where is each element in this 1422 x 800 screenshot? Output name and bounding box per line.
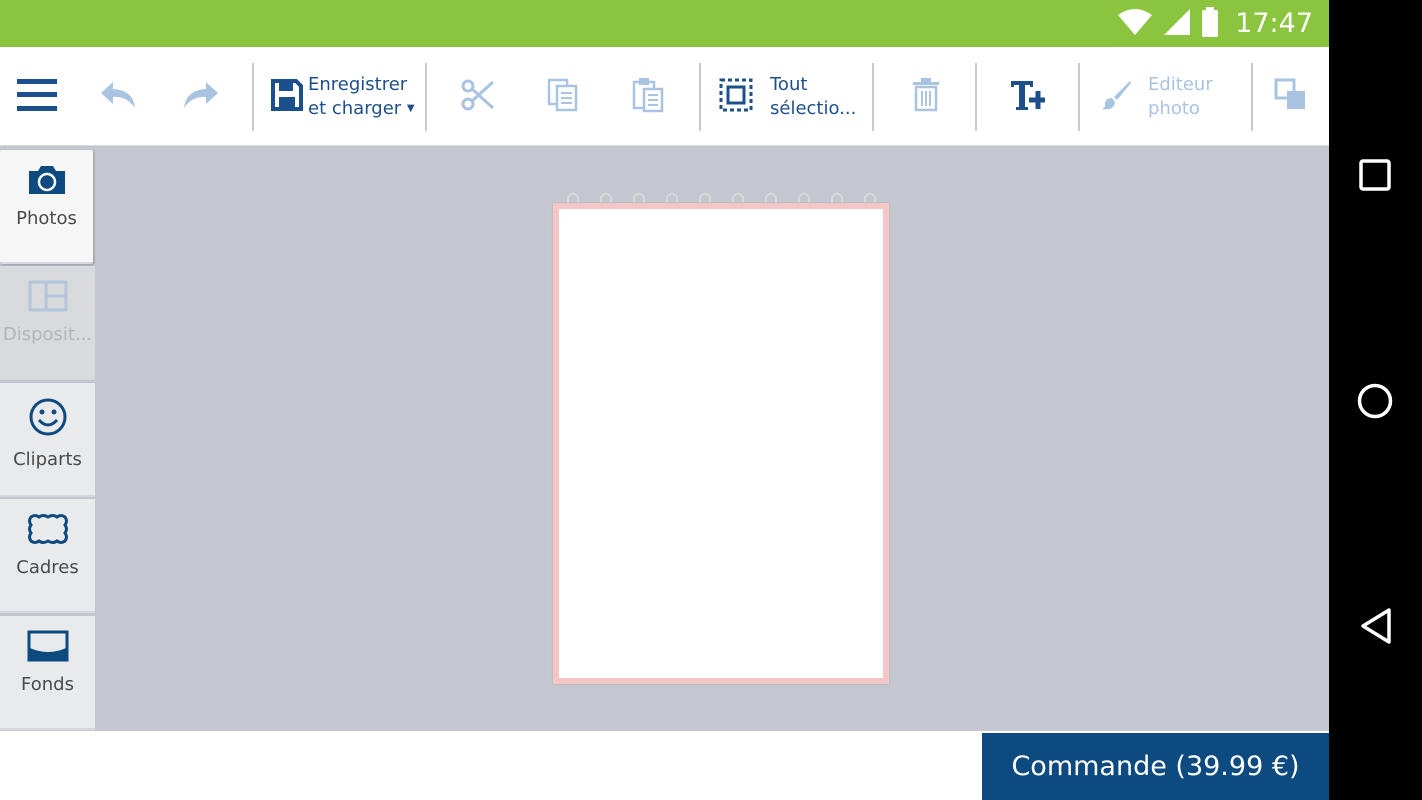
sidebar: Photos Disposit... Cliparts Cadres Fonds (0, 147, 96, 731)
home-icon[interactable] (1357, 383, 1393, 423)
wifi-icon (1117, 8, 1153, 40)
calendar-page[interactable] (553, 203, 889, 684)
select-all-label-line2: sélectio... (770, 97, 857, 119)
photo-editor-label-line2: photo (1148, 97, 1200, 119)
toolbar-divider (975, 63, 977, 131)
caret-down-icon: ▼ (406, 102, 415, 114)
signal-icon (1163, 8, 1191, 40)
paste-button[interactable] (620, 47, 676, 146)
order-button[interactable]: Commande (39.99 €) (982, 733, 1329, 800)
cut-button[interactable] (450, 47, 506, 146)
photo-editor-label-line1: Editeur (1148, 73, 1213, 95)
sidebar-item-label: Cadres (16, 557, 79, 578)
save-load-label-line2: et charger (308, 97, 402, 119)
redo-icon (182, 80, 220, 114)
add-text-icon (1010, 79, 1046, 115)
smiley-icon (28, 397, 68, 441)
undo-button[interactable] (92, 47, 144, 146)
camera-icon (27, 164, 67, 200)
navigation-bar (1329, 0, 1422, 800)
arrange-icon (1274, 78, 1308, 116)
toolbar: Enregistrer et charger ▼ Tout sélectio..… (0, 47, 1329, 146)
status-icons: 17:47 (1117, 0, 1313, 47)
sidebar-item-layout[interactable]: Disposit... (0, 266, 95, 380)
recents-icon[interactable] (1359, 159, 1391, 195)
save-load-button[interactable]: Enregistrer et charger ▼ (270, 47, 420, 146)
photo-editor-button[interactable]: Editeur photo (1100, 47, 1240, 146)
select-all-label-line1: Tout (770, 73, 808, 95)
photo-editor-label: Editeur photo (1148, 73, 1213, 121)
delete-icon (912, 77, 940, 116)
add-text-button[interactable] (1000, 47, 1056, 146)
cut-icon (461, 78, 495, 116)
sidebar-item-photos[interactable]: Photos (0, 150, 93, 264)
menu-icon (17, 77, 57, 117)
undo-icon (99, 80, 137, 114)
toolbar-divider (872, 63, 874, 131)
frame-icon (27, 513, 69, 549)
sidebar-item-label: Fonds (21, 674, 74, 695)
status-bar: 17:47 (0, 0, 1329, 47)
sidebar-item-cliparts[interactable]: Cliparts (0, 383, 95, 497)
paste-icon (632, 77, 664, 117)
app-window: 17:47 Enregistrer et charger ▼ Tout séle… (0, 0, 1329, 800)
sidebar-item-backgrounds[interactable]: Fonds (0, 616, 95, 730)
copy-icon (547, 78, 579, 116)
brush-icon (1100, 79, 1132, 115)
select-all-button[interactable]: Tout sélectio... (718, 47, 868, 146)
sidebar-item-label: Cliparts (13, 449, 82, 470)
delete-button[interactable] (898, 47, 954, 146)
toolbar-divider (425, 63, 427, 131)
toolbar-divider (699, 63, 701, 131)
copy-button[interactable] (535, 47, 591, 146)
toolbar-divider (1078, 63, 1080, 131)
battery-icon (1201, 6, 1219, 41)
sidebar-item-label: Disposit... (2, 324, 93, 345)
back-icon[interactable] (1359, 607, 1393, 649)
clock: 17:47 (1235, 8, 1313, 39)
background-icon (27, 630, 69, 666)
toolbar-divider (252, 63, 254, 131)
save-icon (270, 78, 304, 116)
redo-button[interactable] (175, 47, 227, 146)
save-load-label-line1: Enregistrer (308, 73, 408, 95)
select-all-icon (718, 77, 754, 117)
menu-button[interactable] (8, 47, 66, 146)
bottom-bar: Commande (39.99 €) (0, 731, 1329, 800)
arrange-button[interactable] (1266, 47, 1316, 146)
sidebar-item-label: Photos (16, 208, 77, 229)
sidebar-item-frames[interactable]: Cadres (0, 499, 95, 613)
save-load-label: Enregistrer et charger ▼ (308, 73, 415, 121)
layout-icon (28, 280, 68, 316)
toolbar-divider (1251, 63, 1253, 131)
select-all-label: Tout sélectio... (770, 73, 856, 121)
